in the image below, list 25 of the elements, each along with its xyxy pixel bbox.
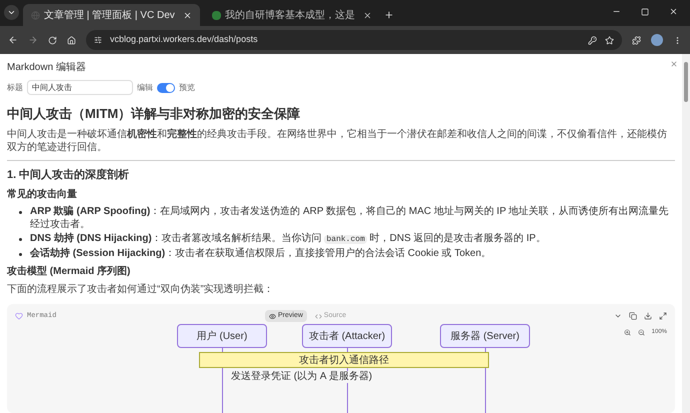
browser-tab[interactable]: 我的自研博客基本成型，这是 (204, 4, 380, 26)
browser-tab[interactable]: 文章管理 | 管理面板 | VC Dev (23, 4, 200, 26)
paragraph: 下面的流程展示了攻击者如何通过“双向伪装”实现透明拦截： (7, 283, 275, 296)
title-input[interactable]: 中间人攻击 (27, 80, 133, 95)
message-label: 发送登录凭证 (以为 A 是服务器) (229, 371, 374, 383)
toggle-label: 预览 (179, 82, 195, 94)
address-bar[interactable]: vcblog.partxi.workers.dev/dash/posts (86, 30, 622, 50)
tab-title: 文章管理 | 管理面板 | VC Dev (44, 8, 175, 22)
subheading: 攻击模型 (Mermaid 序列图) (7, 264, 132, 279)
list-item-text: ARP 欺骗 (ARP Spoofing)：在局域网内，攻击者发送伪造的 ARP 数据包，将自己的 MAC 地址与网关的 IP 地址关联，从而诱使所有出网流量先经过攻击者。 (30, 205, 670, 231)
section-heading: 1. 中间人攻击的深度剖析 (7, 168, 130, 182)
list-item-text: DNS 劫持 (DNS Hijacking)：攻击者篡改域名解析结果。当你访问 bank.com 时，DNS 返回的是攻击者服务器的 IP。 (30, 232, 546, 246)
paragraph: 中间人攻击是一种破坏通信机密性和完整性的经典攻击手段。在网络世界中，它相当于一个潜伏在邮差和收信人之间的间谍，不仅偷看信件，还能模仿双方的笔迹进行回信。 (7, 128, 668, 154)
url-text: vcblog.partxi.workers.dev/dash/posts (110, 33, 258, 46)
actor-box: 服务器 (Server) (440, 324, 530, 348)
field-label: 标题 (7, 82, 23, 94)
article-heading: 中间人攻击（MITM）详解与非对称加密的安全保障 (7, 105, 302, 123)
tab-title: 我的自研博客基本成型，这是 (224, 8, 355, 22)
note-box: 攻击者切入通信路径 (199, 352, 489, 368)
subheading: 常见的攻击向量 (7, 188, 78, 202)
actor-box: 攻击者 (Attacker) (302, 324, 392, 348)
editor-title: Markdown 编辑器 (7, 60, 86, 75)
list-item-text: 会话劫持 (Session Hijacking)：攻击者在获取通信权限后，直接接管用户的合法会话 Cookie 或 Token。 (30, 247, 492, 260)
actor-box: 用户 (User) (177, 324, 267, 348)
toggle-label: 编辑 (137, 82, 153, 94)
